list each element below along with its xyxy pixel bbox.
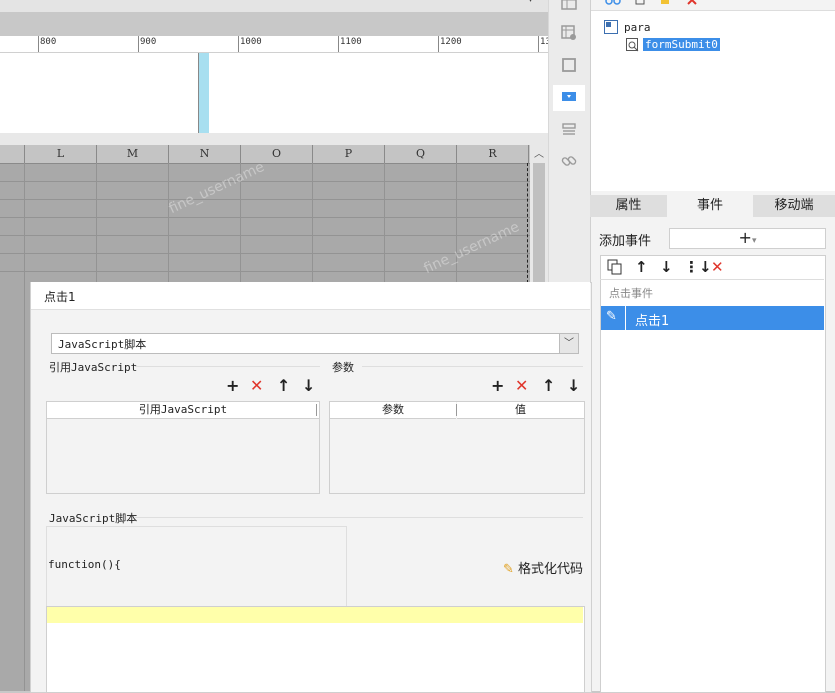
grid-line [0, 181, 530, 182]
move-up-icon[interactable]: ↑ [542, 376, 555, 395]
column-header-cell[interactable]: Q [385, 145, 457, 163]
brush-icon: ✎ [503, 562, 514, 577]
horizontal-ruler: 800 900 1000 1100 1200 13 [0, 36, 551, 53]
ruler-tick [238, 36, 239, 52]
ref-js-column-header[interactable]: 引用JavaScript [47, 402, 319, 419]
move-down-icon[interactable]: ↓ [567, 376, 580, 395]
column-header-cell[interactable]: R [457, 145, 529, 163]
divider [0, 133, 548, 145]
move-bottom-icon[interactable]: ⋮↓ [684, 258, 712, 276]
format-code-label: 格式化代码 [518, 562, 584, 577]
event-item-label: 点击1 [635, 314, 670, 329]
move-down-icon[interactable]: ↓ [660, 258, 673, 276]
move-up-icon[interactable]: ↑ [635, 258, 648, 276]
ruler-label: 1000 [240, 37, 262, 47]
grid-line [0, 217, 530, 218]
delete-icon[interactable]: ✕ [711, 258, 724, 276]
add-icon[interactable]: + [491, 376, 504, 395]
add-event-button[interactable]: +▾ [669, 228, 826, 249]
chevron-down-icon[interactable]: ﹀ [559, 334, 578, 353]
scrollbar-thumb[interactable] [533, 163, 545, 283]
add-event-label: 添加事件 [599, 234, 652, 249]
ruler-label: 800 [40, 37, 57, 47]
event-item-selected[interactable]: ✎ 点击1 [601, 306, 824, 330]
js-section-label: JavaScript脚本 [49, 512, 138, 525]
column-header-cell[interactable]: M [97, 145, 169, 163]
ruler-tick [338, 36, 339, 52]
ruler-tick [138, 36, 139, 52]
delete-icon[interactable]: ✕ [250, 376, 263, 395]
list-widget-icon[interactable] [561, 121, 577, 137]
delete-icon[interactable]: ✕ [515, 376, 528, 395]
event-type-value: JavaScript脚本 [58, 338, 147, 351]
event-type-select[interactable]: JavaScript脚本 ﹀ [51, 333, 579, 354]
grid-line [0, 271, 530, 272]
selected-widget-marker[interactable] [198, 53, 209, 133]
tree-node-formSubmit[interactable]: formSubmit0 [643, 38, 720, 51]
grid-icon[interactable] [561, 0, 577, 10]
link-icon[interactable] [561, 153, 577, 169]
grid-line [0, 199, 530, 200]
chevron-down-icon: ▾ [751, 236, 757, 246]
param-column-header[interactable]: 参数 [330, 402, 456, 419]
column-header: L M N O P Q R [0, 145, 530, 164]
table-settings-icon[interactable] [561, 25, 577, 41]
column-separator [316, 404, 317, 416]
dialog-title: 点击1 [44, 290, 76, 304]
ruler-label: 900 [140, 37, 157, 47]
ref-js-table[interactable]: 引用JavaScript [46, 401, 320, 494]
property-tabs: 属性 事件 移动端 [590, 195, 835, 217]
function-signature: function(){ [48, 558, 121, 571]
ruler-tick [538, 36, 539, 52]
param-section-label: 参数 [332, 361, 354, 374]
move-down-icon[interactable]: ↓ [302, 376, 315, 395]
column-header-cell[interactable]: N [169, 145, 241, 163]
divider [362, 366, 583, 367]
chevron-down-icon[interactable]: ▾ [528, 0, 533, 5]
ruler-label: 1200 [440, 37, 462, 47]
tab-mobile[interactable]: 移动端 [753, 195, 835, 217]
dialog-title-bar [31, 282, 590, 310]
ruler-tick [438, 36, 439, 52]
form-icon [604, 20, 618, 34]
value-column-header[interactable]: 值 [457, 402, 584, 419]
add-icon[interactable]: + [226, 376, 239, 395]
tree-node-para[interactable]: para [624, 21, 651, 34]
param-table[interactable]: 参数 值 [329, 401, 585, 494]
divider [625, 306, 626, 330]
top-strip [0, 0, 548, 12]
event-group-label: 点击事件 [609, 287, 653, 300]
tab-properties[interactable]: 属性 [590, 195, 667, 217]
edit-icon[interactable]: ✎ [606, 309, 617, 324]
ruler-label: 1100 [340, 37, 362, 47]
dropdown-widget-icon[interactable] [561, 89, 577, 105]
column-header-cell[interactable]: L [25, 145, 97, 163]
column-header-cell[interactable]: O [241, 145, 313, 163]
submit-widget-icon [626, 38, 639, 52]
copy-icon[interactable] [607, 259, 623, 275]
grid-line [0, 235, 530, 236]
column-header-cell[interactable]: P [313, 145, 385, 163]
column-corner [0, 145, 25, 163]
ref-js-section-label: 引用JavaScript [49, 361, 138, 374]
page-break-line [527, 163, 528, 283]
add-icon: + [738, 228, 752, 247]
scroll-up-icon[interactable]: ︿ [530, 145, 548, 161]
grid-line [24, 163, 25, 691]
format-code-button[interactable]: ✎ 格式化代码 [503, 558, 583, 577]
divider [135, 366, 320, 367]
divider [135, 517, 583, 518]
move-up-icon[interactable]: ↑ [277, 376, 290, 395]
ruler-tick [38, 36, 39, 52]
tree-toolbar-icons[interactable] [604, 0, 704, 8]
current-line-highlight [47, 607, 583, 623]
design-canvas[interactable] [0, 53, 548, 133]
tab-events[interactable]: 事件 [667, 195, 753, 217]
frame-icon[interactable] [561, 57, 577, 73]
